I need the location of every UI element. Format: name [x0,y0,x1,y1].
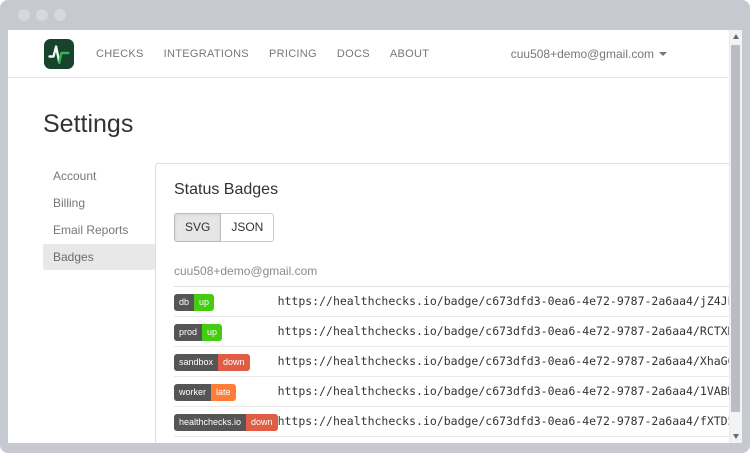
badge-url: https://healthchecks.io/badge/c673dfd3-0… [278,376,742,406]
table-row: sandbox down https://healthchecks.io/bad… [174,346,742,376]
card-title: Status Badges [174,181,742,199]
caret-down-icon [659,52,667,56]
settings-page: Settings Account Billing Email Reports B… [8,78,729,443]
window-dot-icon[interactable] [36,9,48,21]
vertical-scrollbar[interactable] [729,30,742,443]
badge-label: healthchecks.io [174,414,246,431]
sidebar-item-email-reports[interactable]: Email Reports [43,217,155,243]
nav-link-pricing[interactable]: PRICING [259,48,327,60]
browser-window: CHECKS INTEGRATIONS PRICING DOCS ABOUT c… [0,0,750,453]
sidebar-item-billing[interactable]: Billing [43,190,155,216]
badge-status: down [218,354,250,371]
tab-json[interactable]: JSON [221,213,274,242]
scrollbar-thumb[interactable] [731,45,740,412]
page-title: Settings [43,110,729,139]
healthchecks-logo-icon[interactable] [44,39,74,69]
table-row: healthchecks.io down https://healthcheck… [174,406,742,436]
status-badge: db up [174,294,214,311]
status-badge: sandbox down [174,354,250,371]
table-row: db up https://healthchecks.io/badge/c673… [174,286,742,316]
group-header-email: cuu508+demo@gmail.com [174,258,742,287]
status-badge: healthchecks.io down [174,414,278,431]
badge-url: https://healthchecks.io/badge/c673dfd3-0… [278,406,742,436]
badge-label: worker [174,384,211,401]
nav-link-about[interactable]: ABOUT [380,48,439,60]
badge-url: https://healthchecks.io/badge/c673dfd3-0… [278,346,742,376]
status-badges-card: Status Badges SVG JSON cuu508+demo@gmail… [155,163,742,443]
badge-status: up [202,324,222,341]
page-body: CHECKS INTEGRATIONS PRICING DOCS ABOUT c… [8,30,729,443]
badge-url: https://healthchecks.io/badge/c673dfd3-0… [278,316,742,346]
nav-link-integrations[interactable]: INTEGRATIONS [154,48,259,60]
nav-link-checks[interactable]: CHECKS [86,48,154,60]
table-row: prod up https://healthchecks.io/badge/c6… [174,316,742,346]
top-navbar: CHECKS INTEGRATIONS PRICING DOCS ABOUT c… [8,30,729,78]
badge-status: up [194,294,214,311]
nav-links: CHECKS INTEGRATIONS PRICING DOCS ABOUT [86,48,439,60]
settings-sidebar: Account Billing Email Reports Badges [43,163,155,271]
badge-url: https://healthchecks.io/badge/c673dfd3-0… [278,286,742,316]
badge-label: prod [174,324,202,341]
status-badge: worker late [174,384,236,401]
tab-svg[interactable]: SVG [174,213,221,242]
badge-status: late [211,384,236,401]
badges-table: cuu508+demo@gmail.com db up [174,258,742,437]
table-row: worker late https://healthchecks.io/badg… [174,376,742,406]
badge-group-header: cuu508+demo@gmail.com [174,258,742,287]
window-controls [18,9,66,21]
browser-viewport: CHECKS INTEGRATIONS PRICING DOCS ABOUT c… [8,30,742,443]
window-dot-icon[interactable] [18,9,30,21]
window-dot-icon[interactable] [54,9,66,21]
sidebar-item-account[interactable]: Account [43,163,155,189]
account-dropdown[interactable]: cuu508+demo@gmail.com [511,47,693,61]
scroll-down-icon[interactable] [730,429,742,443]
format-tab-group: SVG JSON [174,213,274,242]
status-badge: prod up [174,324,222,341]
sidebar-item-badges[interactable]: Badges [43,244,155,270]
scroll-up-icon[interactable] [730,30,742,44]
nav-link-docs[interactable]: DOCS [327,48,380,60]
badge-label: sandbox [174,354,218,371]
badge-label: db [174,294,194,311]
badge-status: down [246,414,278,431]
account-email: cuu508+demo@gmail.com [511,47,654,61]
